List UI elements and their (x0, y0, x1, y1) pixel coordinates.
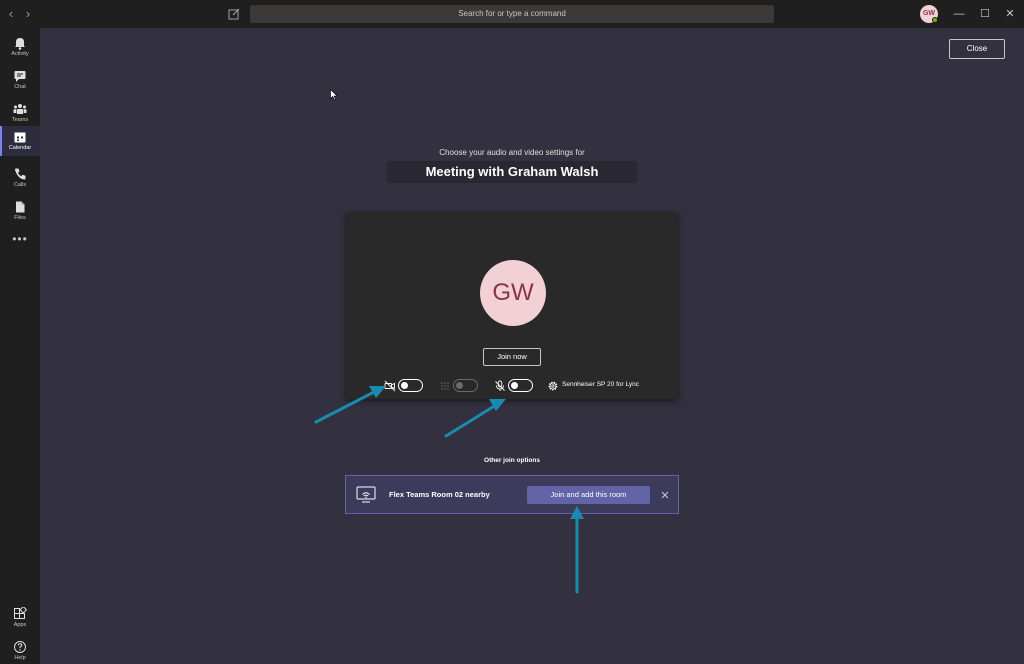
rail-item-files[interactable]: Files (0, 196, 40, 226)
annotation-arrow (444, 403, 498, 438)
camera-toggle[interactable] (398, 379, 423, 392)
toggle-knob (456, 381, 463, 389)
search-input[interactable]: Search for or type a command (250, 5, 774, 23)
rail-item-help[interactable]: Help (0, 636, 40, 664)
audio-device-label[interactable]: Sennheiser SP 20 for Lync (562, 381, 639, 388)
presence-status-icon (932, 17, 938, 23)
rail-item-activity[interactable]: Activity (0, 32, 40, 62)
window-close-icon[interactable]: ✕ (1001, 5, 1019, 23)
room-name: Flex Teams Room 02 nearby (389, 490, 490, 499)
rail-item-calendar[interactable]: Calendar (0, 126, 40, 156)
phone-icon (15, 168, 26, 180)
forward-arrow-icon[interactable]: › (21, 6, 35, 22)
rail-item-calls[interactable]: Calls (0, 163, 40, 193)
microphone-toggle[interactable] (508, 379, 533, 392)
app-rail: Activity Chat Teams Calendar Calls Files… (0, 28, 40, 664)
rail-item-chat[interactable]: Chat (0, 65, 40, 95)
rail-label: Chat (14, 84, 26, 90)
rail-label: Activity (11, 51, 29, 57)
bell-icon (15, 38, 25, 50)
teams-icon (13, 104, 27, 114)
minimize-icon[interactable]: — (950, 5, 968, 23)
pre-join-subtitle: Choose your audio and video settings for (439, 148, 585, 157)
video-preview-panel: GW Join now Sennheiser SP 20 for Lync (346, 212, 678, 399)
toggle-knob (401, 381, 408, 389)
rail-item-teams[interactable]: Teams (0, 98, 40, 128)
rail-item-apps[interactable]: Apps (0, 603, 40, 633)
apps-icon (14, 607, 27, 619)
close-icon[interactable] (659, 489, 671, 501)
close-button[interactable]: Close (949, 39, 1005, 59)
nearby-room-banner: Flex Teams Room 02 nearby Join and add t… (345, 475, 679, 514)
join-now-button[interactable]: Join now (483, 348, 541, 366)
toggle-knob (511, 381, 518, 389)
rail-label: Calls (13, 182, 27, 188)
chat-icon (14, 71, 26, 82)
more-apps-icon[interactable]: ••• (0, 233, 40, 246)
rail-label: Help (14, 655, 26, 661)
rail-label: Apps (13, 622, 27, 628)
annotation-arrowhead (489, 399, 506, 411)
rail-label: Teams (11, 117, 29, 123)
gear-icon[interactable] (547, 380, 559, 392)
compose-icon[interactable] (226, 6, 242, 22)
microphone-off-icon (495, 380, 505, 391)
user-avatar: GW (480, 260, 546, 326)
file-icon (16, 201, 25, 213)
title-bar: ‹ › Search for or type a command GW — ☐ … (0, 0, 1024, 28)
room-proximity-icon (356, 486, 376, 503)
join-and-add-room-button[interactable]: Join and add this room (527, 486, 650, 504)
rail-label: Files (14, 215, 26, 221)
meeting-title: Meeting with Graham Walsh (387, 161, 637, 183)
calendar-icon (14, 132, 26, 143)
rail-label: Calendar (8, 145, 32, 151)
help-icon (14, 641, 26, 653)
background-blur-icon (441, 382, 449, 390)
other-join-options-label: Other join options (484, 457, 540, 464)
background-blur-toggle[interactable] (453, 379, 478, 392)
camera-off-icon (384, 380, 396, 392)
mouse-cursor-icon (330, 89, 338, 101)
maximize-icon[interactable]: ☐ (976, 5, 994, 23)
back-arrow-icon[interactable]: ‹ (4, 6, 18, 22)
